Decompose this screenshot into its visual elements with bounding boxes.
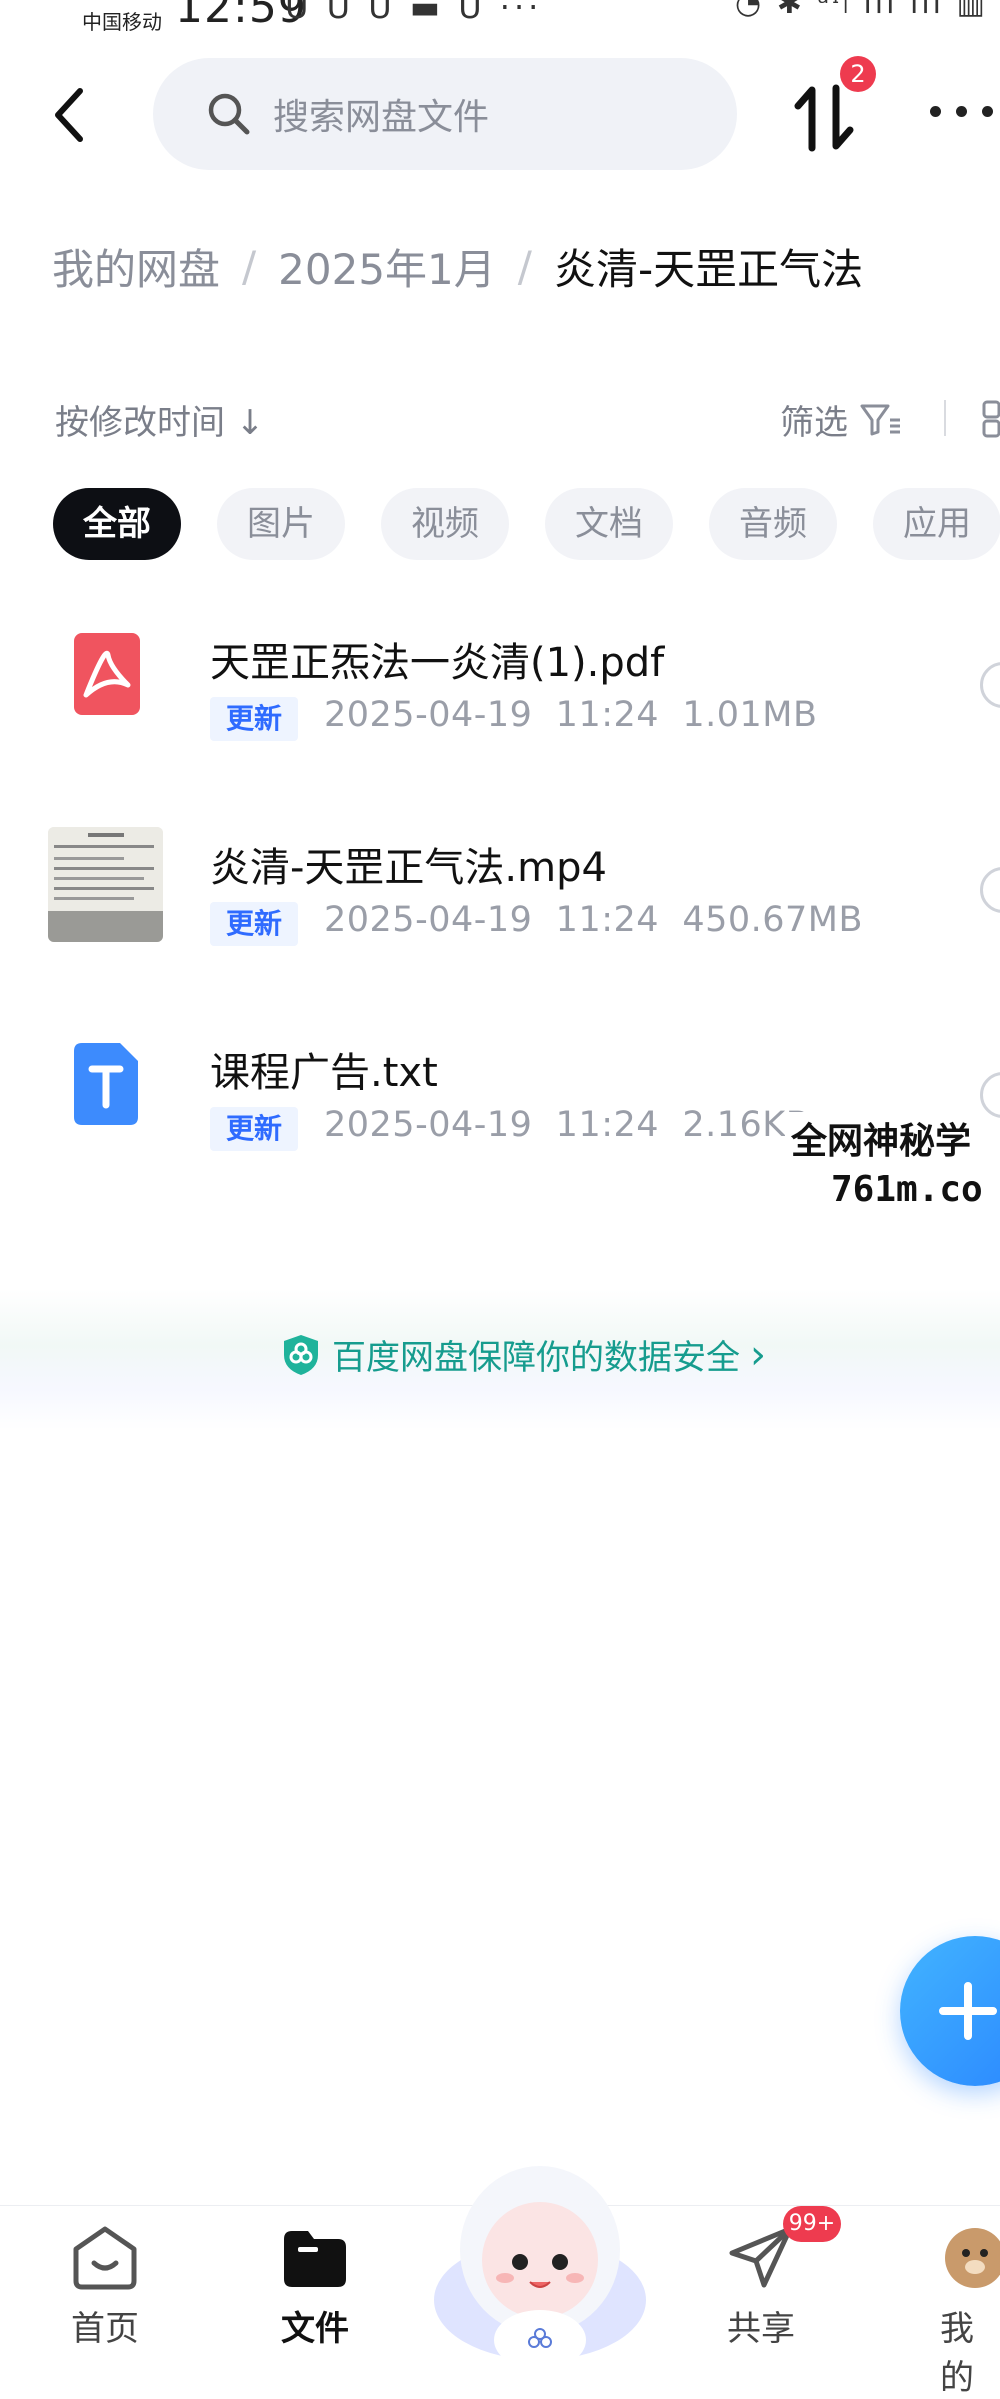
- more-dot-icon: [930, 106, 941, 117]
- status-app-icons: U U U ▬ U ···: [285, 0, 543, 26]
- search-placeholder: 搜索网盘文件: [273, 97, 490, 138]
- avatar: [945, 2228, 1000, 2288]
- breadcrumb-item-root[interactable]: 我的网盘: [52, 236, 220, 297]
- tab-videos[interactable]: 视频: [381, 488, 509, 560]
- breadcrumb-separator: /: [242, 241, 257, 291]
- tab-apps[interactable]: 应用: [873, 488, 1000, 560]
- file-meta: 2025-04-19 11:24 1.01MB: [324, 695, 817, 735]
- select-checkbox[interactable]: [980, 662, 1000, 708]
- tab-audio[interactable]: 音频: [709, 488, 837, 560]
- file-date: 2025-04-19: [324, 1105, 533, 1145]
- filter-label: 筛选: [780, 403, 848, 443]
- nav-item-profile[interactable]: 我的: [910, 2225, 1000, 2399]
- add-button[interactable]: [900, 1936, 1000, 2086]
- folder-icon: [284, 2231, 346, 2287]
- file-date: 2025-04-19: [324, 900, 533, 940]
- paper-plane-icon: [729, 2226, 793, 2288]
- list-item[interactable]: 天罡正炁法一炎清(1).pdf 更新 2025-04-19 11:24 1.01…: [0, 590, 1000, 790]
- back-button[interactable]: [40, 80, 100, 150]
- file-size: 450.67MB: [682, 900, 863, 940]
- file-size: 1.01MB: [682, 695, 818, 735]
- update-tag: 更新: [210, 902, 299, 946]
- file-time: 11:24: [555, 1105, 660, 1145]
- update-tag: 更新: [210, 697, 299, 741]
- security-text: 百度网盘保障你的数据安全: [332, 1338, 740, 1378]
- watermark-line-2: 761m.co: [831, 1169, 983, 1210]
- grid-view-icon[interactable]: [982, 400, 1000, 438]
- filter-icon: [860, 404, 900, 435]
- tab-documents[interactable]: 文档: [545, 488, 673, 560]
- txt-icon: [74, 1043, 138, 1125]
- file-name: 天罡正炁法一炎清(1).pdf: [210, 640, 665, 686]
- sort-arrow-icon: ↓: [235, 403, 265, 443]
- nav-item-home[interactable]: 首页: [40, 2225, 170, 2350]
- status-bar: 12:59 中国移动 U U U ▬ U ··· ◔ ✱ ᵃᶦₗ ıll ıll…: [0, 0, 1000, 50]
- file-meta: 2025-04-19 11:24 450.67MB: [324, 900, 863, 940]
- security-link[interactable]: 百度网盘保障你的数据安全 ›: [280, 1330, 766, 1379]
- file-name: 课程广告.txt: [210, 1050, 438, 1096]
- search-input[interactable]: 搜索网盘文件: [153, 58, 737, 170]
- mascot-icon: [434, 2166, 646, 2370]
- more-dot-icon: [982, 106, 993, 117]
- video-thumbnail-image: [48, 827, 163, 942]
- more-options-button[interactable]: [930, 92, 1000, 132]
- nav-item-share[interactable]: 共享: [696, 2225, 826, 2350]
- update-tag: 更新: [210, 1107, 299, 1151]
- list-item[interactable]: 炎清-天罡正气法.mp4 更新 2025-04-19 11:24 450.67M…: [0, 795, 1000, 995]
- tab-all[interactable]: 全部: [53, 488, 181, 560]
- video-thumbnail: [48, 827, 163, 942]
- nav-label-profile: 我的: [940, 2309, 974, 2398]
- breadcrumb-item-folder[interactable]: 2025年1月: [278, 236, 496, 297]
- transfer-count-badge: 2: [840, 56, 876, 92]
- nav-label-files: 文件: [281, 2309, 349, 2349]
- sort-label: 按修改时间: [55, 403, 225, 443]
- ai-assistant-mascot[interactable]: [430, 2150, 650, 2370]
- file-date: 2025-04-19: [324, 695, 533, 735]
- file-time: 11:24: [555, 695, 660, 735]
- chevron-left-icon: [55, 88, 83, 142]
- filter-button[interactable]: 筛选: [780, 395, 904, 444]
- shield-icon: [284, 1334, 318, 1375]
- toolbar-divider: [944, 400, 946, 436]
- status-system-icons: ◔ ✱ ᵃᶦₗ ıll ıll ▥: [735, 0, 988, 21]
- share-count-badge: 99+: [783, 2206, 841, 2242]
- file-meta: 2025-04-19 11:24 2.16KB: [324, 1105, 810, 1145]
- plus-icon: [939, 1982, 997, 2040]
- tab-images[interactable]: 图片: [217, 488, 345, 560]
- more-dot-icon: [956, 106, 967, 117]
- watermark-overlay: 全网神秘学 761m.co: [785, 1112, 983, 1214]
- home-icon: [73, 2226, 137, 2290]
- breadcrumb: 我的网盘 / 2025年1月 / 炎清-天罡正气法: [52, 236, 863, 296]
- nav-label-home: 首页: [71, 2309, 139, 2349]
- breadcrumb-current: 炎清-天罡正气法: [553, 244, 864, 294]
- sort-button[interactable]: 按修改时间 ↓: [55, 395, 264, 444]
- nav-item-files[interactable]: 文件: [250, 2225, 380, 2350]
- chevron-right-icon: ›: [750, 1331, 766, 1378]
- status-carrier: 中国移动: [82, 10, 162, 34]
- select-checkbox[interactable]: [980, 867, 1000, 913]
- nav-label-share: 共享: [727, 2309, 795, 2349]
- select-checkbox[interactable]: [980, 1072, 1000, 1118]
- search-icon: [208, 93, 250, 135]
- pdf-icon: [74, 633, 140, 715]
- watermark-line-1: 全网神秘学: [791, 1121, 972, 1162]
- breadcrumb-separator: /: [517, 241, 532, 291]
- file-type-filter-tabs: 全部 图片 视频 文档 音频 应用: [53, 488, 1000, 560]
- file-name: 炎清-天罡正气法.mp4: [210, 845, 607, 891]
- file-time: 11:24: [555, 900, 660, 940]
